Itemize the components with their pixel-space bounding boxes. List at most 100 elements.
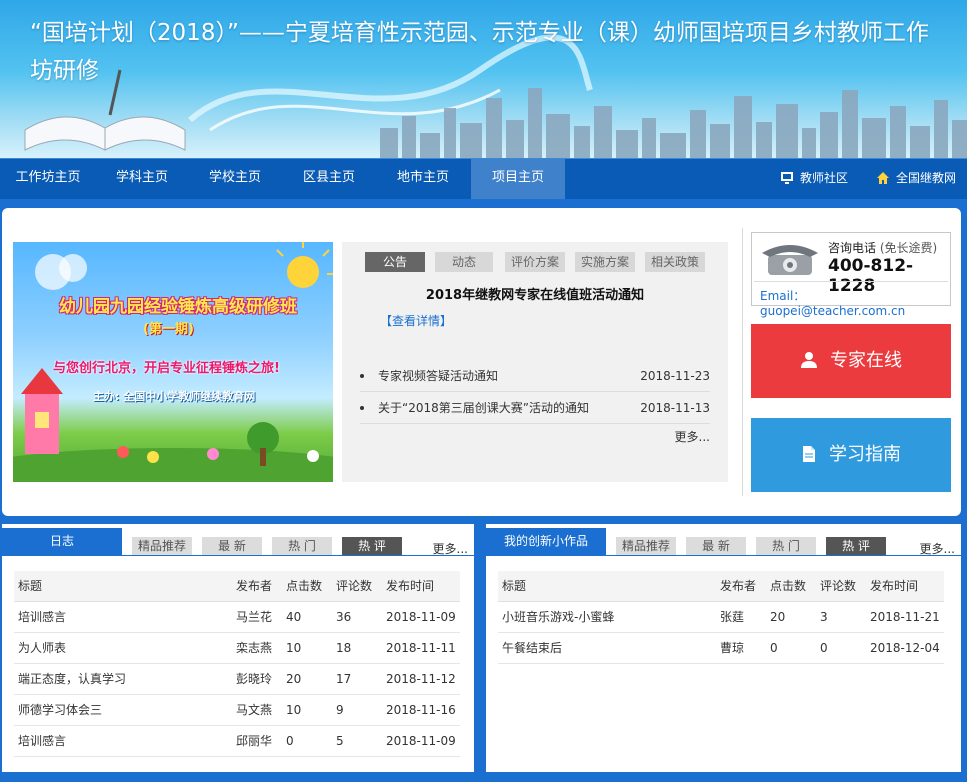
- row-author: 张莛: [720, 610, 745, 624]
- row-title[interactable]: 端正态度，认真学习: [18, 664, 126, 695]
- contact-label-text: 咨询电话: [828, 241, 877, 255]
- row-title[interactable]: 培训感言: [18, 602, 66, 633]
- contact-free-note: (免长途费): [879, 241, 938, 255]
- bullet-icon: [360, 406, 364, 410]
- works-table: 标题 发布者 点击数 评论数 发布时间 小班音乐游戏-小蜜蜂 张莛 20 3 2…: [498, 571, 944, 664]
- tab-announcement[interactable]: 公告: [365, 252, 425, 272]
- contact-email[interactable]: Email：guopei@teacher.com.cn: [760, 287, 950, 318]
- telephone-icon: [762, 245, 818, 275]
- table-row[interactable]: 小班音乐游戏-小蜜蜂 张莛 20 3 2018-11-21: [498, 602, 944, 633]
- row-comments: 18: [336, 641, 352, 655]
- row-comments: 5: [336, 734, 344, 748]
- row-date: 2018-12-04: [870, 641, 940, 655]
- row-comments: 3: [820, 610, 828, 624]
- document-icon: [803, 446, 815, 462]
- row-clicks: 0: [286, 734, 294, 748]
- slide-host-text: 主办: 全国中小学教师继续教育网: [93, 390, 256, 403]
- nav-school-home[interactable]: 学校主页: [188, 159, 282, 199]
- row-date: 2018-11-09: [386, 610, 456, 624]
- works-tab-featured[interactable]: 精品推荐: [616, 537, 676, 555]
- blog-tab-latest[interactable]: 最 新: [202, 537, 262, 555]
- monitor-icon: [781, 172, 793, 184]
- notice-item-title: 专家视频答疑活动通知: [378, 369, 499, 383]
- promo-slide-image[interactable]: 幼儿园九园经验锤炼高级研修班 (第一期) 与您创行北京，开启专业征程锤炼之旅! …: [13, 242, 333, 482]
- table-row[interactable]: 培训感言 邱丽华 0 5 2018-11-09: [14, 726, 460, 757]
- works-more-link[interactable]: 更多...: [920, 540, 955, 557]
- works-tab-latest[interactable]: 最 新: [686, 537, 746, 555]
- blog-table: 标题 发布者 点击数 评论数 发布时间 培训感言 马兰花 40 36 2018-…: [14, 571, 460, 757]
- notice-more-link[interactable]: 更多...: [675, 428, 710, 445]
- blog-panel: 日志 精品推荐 最 新 热 门 热 评 更多... 标题 发布者 点击数 评论数…: [2, 524, 474, 772]
- table-row[interactable]: 为人师表 栾志燕 10 18 2018-11-11: [14, 633, 460, 664]
- row-comments: 9: [336, 703, 344, 717]
- row-title[interactable]: 培训感言: [18, 726, 66, 757]
- col-comments-header: 评论数: [820, 579, 857, 593]
- col-clicks-header: 点击数: [286, 579, 323, 593]
- nav-workshop-home[interactable]: 工作坊主页: [0, 159, 96, 199]
- nav-county-home[interactable]: 区县主页: [282, 159, 376, 199]
- project-title: “国培计划（2018）”——宁夏培育性示范园、示范专业（课）幼师国培项目乡村教师…: [30, 20, 929, 84]
- table-row[interactable]: 培训感言 马兰花 40 36 2018-11-09: [14, 602, 460, 633]
- notice-item-date: 2018-11-23: [640, 369, 710, 383]
- notice-list: 专家视频答疑活动通知 2018-11-23 关于“2018第三届创课大赛”活动的…: [360, 360, 710, 424]
- nav-project-home[interactable]: 项目主页: [471, 159, 565, 199]
- blog-more-link[interactable]: 更多...: [433, 540, 468, 557]
- row-comments: 0: [820, 641, 828, 655]
- contact-box: 咨询电话 (免长途费) 400-812-1228 Email：guopei@te…: [751, 232, 951, 318]
- col-author-header: 发布者: [720, 579, 757, 593]
- notice-headline[interactable]: 2018年继教网专家在线值班活动通知: [342, 284, 728, 303]
- notice-item-title: 关于“2018第三届创课大赛”活动的通知: [378, 401, 589, 415]
- notice-box: 公告 动态 评价方案 实施方案 相关政策 2018年继教网专家在线值班活动通知 …: [342, 242, 728, 482]
- tab-news[interactable]: 动态: [435, 252, 493, 272]
- nav-subject-home[interactable]: 学科主页: [96, 159, 188, 199]
- nav-city-home[interactable]: 地市主页: [376, 159, 470, 199]
- tab-implementation-plan[interactable]: 实施方案: [575, 252, 635, 272]
- row-date: 2018-11-12: [386, 672, 456, 686]
- main-nav: 工作坊主页 学科主页 学校主页 区县主页 地市主页 项目主页 教师社区 全国继教…: [0, 158, 967, 199]
- row-date: 2018-11-11: [386, 641, 456, 655]
- col-comments-header: 评论数: [336, 579, 373, 593]
- table-row[interactable]: 午餐结束后 曹琼 0 0 2018-12-04: [498, 633, 944, 664]
- table-row[interactable]: 端正态度，认真学习 彭晓玲 20 17 2018-11-12: [14, 664, 460, 695]
- blog-tab-featured[interactable]: 精品推荐: [132, 537, 192, 555]
- header-banner: “国培计划（2018）”——宁夏培育性示范园、示范专业（课）幼师国培项目乡村教师…: [0, 0, 967, 158]
- user-icon: [801, 352, 817, 368]
- row-clicks: 10: [286, 641, 302, 655]
- works-tab-hot-comments[interactable]: 热 评: [826, 537, 886, 555]
- row-title[interactable]: 为人师表: [18, 633, 66, 664]
- teacher-community-link[interactable]: 教师社区: [780, 159, 848, 199]
- col-author-header: 发布者: [236, 579, 273, 593]
- blog-tab-popular[interactable]: 热 门: [272, 537, 332, 555]
- expert-online-label: 专家在线: [830, 350, 902, 371]
- national-site-link[interactable]: 全国继教网: [876, 159, 956, 199]
- row-author: 栾志燕: [236, 641, 273, 655]
- row-date: 2018-11-21: [870, 610, 940, 624]
- row-comments: 17: [336, 672, 352, 686]
- slide-title-text: 幼儿园九园经验锤炼高级研修班: [59, 297, 297, 317]
- works-tab-popular[interactable]: 热 门: [756, 537, 816, 555]
- row-title[interactable]: 师德学习体会三: [18, 695, 102, 726]
- row-clicks: 20: [286, 672, 302, 686]
- slide-slogan-text: 与您创行北京，开启专业征程锤炼之旅!: [53, 361, 280, 376]
- blog-tab-hot-comments[interactable]: 热 评: [342, 537, 402, 555]
- row-author: 马文燕: [236, 703, 273, 717]
- view-details-link[interactable]: 【查看详情】: [380, 312, 452, 329]
- notice-item[interactable]: 专家视频答疑活动通知 2018-11-23: [360, 360, 710, 392]
- blog-title-tab[interactable]: 日志: [2, 528, 122, 556]
- row-title[interactable]: 午餐结束后: [502, 633, 562, 664]
- expert-online-button[interactable]: 专家在线: [751, 324, 951, 398]
- row-author: 马兰花: [236, 610, 273, 624]
- row-author: 彭晓玲: [236, 672, 273, 686]
- table-header-row: 标题 发布者 点击数 评论数 发布时间: [14, 571, 460, 602]
- study-guide-button[interactable]: 学习指南: [751, 418, 951, 492]
- works-title-tab[interactable]: 我的创新小作品: [486, 528, 606, 556]
- table-row[interactable]: 师德学习体会三 马文燕 10 9 2018-11-16: [14, 695, 460, 726]
- col-title-header: 标题: [18, 579, 43, 593]
- notice-item[interactable]: 关于“2018第三届创课大赛”活动的通知 2018-11-13: [360, 392, 710, 424]
- row-title[interactable]: 小班音乐游戏-小蜜蜂: [502, 602, 614, 633]
- row-clicks: 40: [286, 610, 302, 624]
- row-author: 曹琼: [720, 641, 745, 655]
- tab-evaluation-plan[interactable]: 评价方案: [505, 252, 565, 272]
- table-header-row: 标题 发布者 点击数 评论数 发布时间: [498, 571, 944, 602]
- tab-related-policy[interactable]: 相关政策: [645, 252, 705, 272]
